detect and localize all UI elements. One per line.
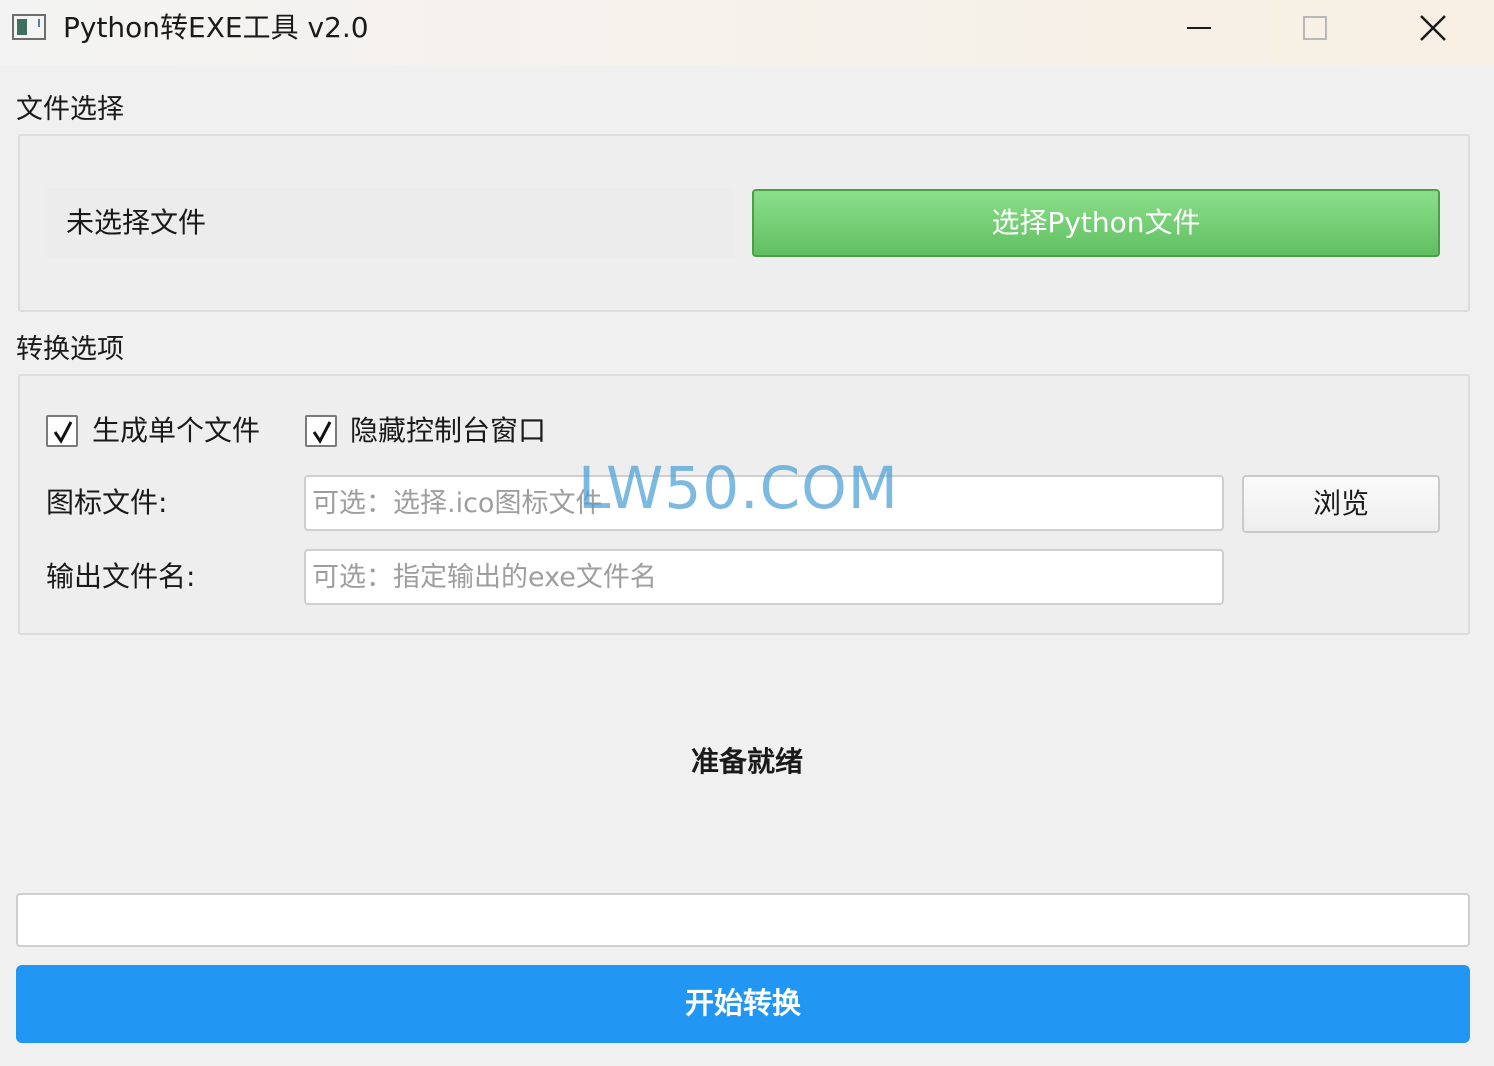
minimize-button[interactable] <box>1141 0 1257 56</box>
selected-file-display: 未选择文件 <box>46 188 734 258</box>
title-bar: Python转EXE工具 v2.0 <box>0 0 1494 66</box>
close-icon <box>1420 15 1446 41</box>
onefile-checkbox[interactable] <box>46 415 78 447</box>
options-section-title: 转换选项 <box>16 334 124 365</box>
checkmark-icon <box>312 421 332 444</box>
file-section-title: 文件选择 <box>16 94 124 125</box>
noconsole-checkbox[interactable] <box>305 415 337 447</box>
selected-file-label: 未选择文件 <box>66 206 207 239</box>
progress-bar <box>16 893 1470 947</box>
output-name-input[interactable] <box>304 549 1224 605</box>
python-app-icon <box>12 14 46 40</box>
maximize-button[interactable] <box>1257 0 1373 56</box>
window-title: Python转EXE工具 v2.0 <box>63 11 369 44</box>
output-name-label: 输出文件名: <box>46 560 196 593</box>
icon-file-label: 图标文件: <box>46 486 168 519</box>
watermark-text: LW50.COM <box>578 454 899 522</box>
onefile-label[interactable]: 生成单个文件 <box>92 411 260 451</box>
noconsole-label[interactable]: 隐藏控制台窗口 <box>350 411 546 451</box>
status-label: 准备就绪 <box>690 745 803 778</box>
maximize-icon <box>1303 16 1327 40</box>
minimize-icon <box>1187 27 1211 29</box>
browse-button[interactable]: 浏览 <box>1242 475 1440 533</box>
close-button[interactable] <box>1374 0 1490 56</box>
choose-python-file-button[interactable]: 选择Python文件 <box>752 189 1440 257</box>
start-convert-button[interactable]: 开始转换 <box>16 965 1470 1043</box>
checkmark-icon <box>53 421 73 444</box>
